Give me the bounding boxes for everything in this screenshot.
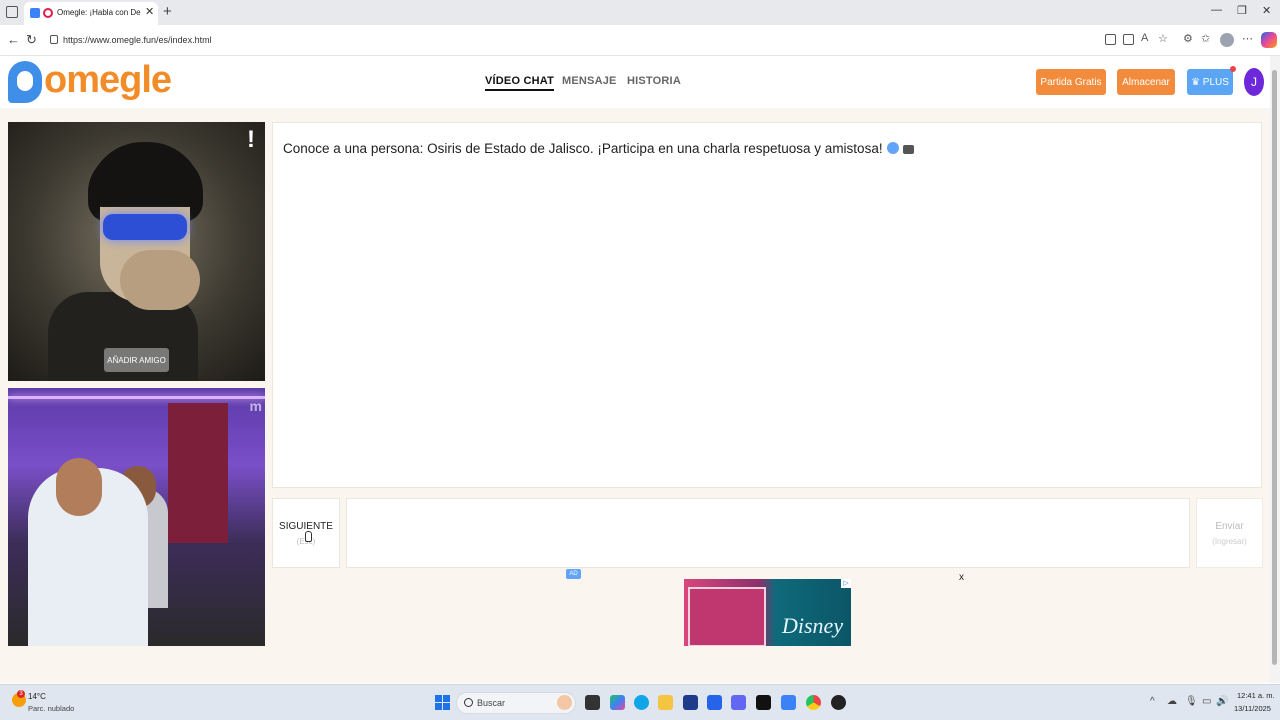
favorites-icon[interactable]: ✩ [1201,32,1210,45]
start-tile [435,703,442,710]
read-aloud-icon[interactable]: A [1141,32,1148,44]
video-figure [56,458,102,516]
file-explorer-icon[interactable] [658,695,673,710]
favorite-star-icon[interactable]: ☆ [1158,32,1168,45]
volume-icon[interactable]: 🔊 [1216,696,1228,707]
video-figure [103,214,187,240]
main-content: ! AÑADIR AMIGO m Conoce a una persona: O… [0,109,1270,683]
globe-icon [886,142,899,154]
address-bar-row: ← ↻ https://www.omegle.fun/es/index.html… [0,25,1280,56]
send-button[interactable]: Enviar (Ingresar) [1196,498,1263,568]
store-icon[interactable] [683,695,698,710]
self-video: m [8,388,265,646]
close-window-button[interactable]: ✕ [1262,4,1271,17]
logo-mark-icon [8,61,42,103]
new-tab-button[interactable]: + [163,3,172,20]
outlook-icon[interactable] [707,695,722,710]
weather-badge: 3 [17,690,25,698]
watermark-logo: m [249,398,262,414]
clock-time[interactable]: 12:41 a. m. [1237,691,1275,700]
maximize-button[interactable]: ❐ [1237,4,1247,17]
send-label: Enviar [1215,521,1244,532]
site-header: omegle VÍDEO CHAT MENSAJE HISTORIA Parti… [0,56,1270,108]
minimize-button[interactable]: — [1211,4,1222,16]
nav-historia[interactable]: HISTORIA [627,75,681,87]
back-button[interactable]: ← [7,32,20,47]
camera-icon [902,145,914,154]
onedrive-icon[interactable]: ☁ [1167,696,1177,707]
clock-date[interactable]: 13/11/2025 [1234,704,1271,713]
more-menu-icon[interactable]: ⋯ [1242,32,1253,45]
search-icon [464,698,473,707]
scrollbar-thumb[interactable] [1272,70,1277,665]
system-message: Conoce a una persona: Osiris de Estado d… [283,141,914,156]
network-icon[interactable]: ▭ [1202,696,1211,707]
send-hint: (Ingresar) [1212,537,1247,546]
next-button[interactable]: SIGUIENTE (Esc) [272,498,340,568]
video-figure [88,152,203,207]
search-placeholder: Buscar [477,698,506,708]
page-scrollbar[interactable] [1270,56,1280,683]
chat-log: Conoce a una persona: Osiris de Estado d… [272,122,1262,488]
start-tile [435,695,442,702]
video-figure [8,396,265,399]
nav-mensaje[interactable]: MENSAJE [562,75,617,87]
refresh-button[interactable]: ↻ [26,32,37,48]
plus-button[interactable]: ♛ PLUS [1187,66,1236,95]
stranger-video: ! AÑADIR AMIGO [8,122,265,381]
notification-dot [1230,66,1236,72]
almacenar-button[interactable]: Almacenar [1117,69,1175,95]
ad-label: AD [566,569,581,579]
start-tile [443,695,450,702]
ad-close-button[interactable]: x [959,572,964,583]
url-field[interactable]: https://www.omegle.fun/es/index.html [63,35,212,45]
ad-brand-text: Disney [782,613,844,638]
ad-banner[interactable]: Disney ▷ [684,579,851,646]
temperature[interactable]: 14°C [28,692,46,701]
logo-text: omegle [44,59,172,101]
teams-icon[interactable] [731,695,746,710]
ad-image [688,587,766,646]
copilot-app-icon[interactable] [610,695,625,710]
tab-actions-icon[interactable] [6,6,18,18]
task-view-icon[interactable] [585,695,600,710]
browser-tab-strip: Omegle: ¡Habla con Descon ✕ + — ❐ ✕ [0,0,1280,25]
message-input[interactable] [346,498,1190,568]
video-figure [168,403,228,543]
ad-info-icon[interactable]: ▷ [841,579,851,588]
tab-title: Omegle: ¡Habla con Descon [57,8,141,17]
app-available-icon[interactable] [1123,34,1134,45]
report-button[interactable]: ! [247,126,255,154]
mouse-cursor-icon [305,531,312,542]
edge-icon[interactable] [634,695,649,710]
chrome-icon[interactable] [806,695,821,710]
extensions-icon[interactable]: ⚙ [1183,32,1193,45]
copilot-icon[interactable] [1261,32,1277,48]
omegle-logo[interactable]: omegle [8,59,172,105]
browser-tab-omegle[interactable]: Omegle: ¡Habla con Descon ✕ [24,2,158,25]
workspace-icon [30,8,40,18]
system-message-text: Conoce a una persona: Osiris de Estado d… [283,141,883,156]
omegle-favicon-icon [43,8,53,18]
nav-video-chat[interactable]: VÍDEO CHAT [485,75,555,91]
add-friend-button[interactable]: AÑADIR AMIGO [104,348,169,372]
start-button[interactable] [435,695,450,710]
user-avatar[interactable]: J [1244,68,1264,96]
browser-profile-avatar[interactable] [1220,33,1234,47]
search-highlight-icon[interactable] [557,695,572,710]
tiktok-icon[interactable] [756,695,771,710]
plus-label: ♛ PLUS [1191,76,1229,88]
partida-gratis-button[interactable]: Partida Gratis [1036,69,1106,95]
weather-description[interactable]: Parc. nublado [28,704,74,713]
close-tab-icon[interactable]: ✕ [145,5,154,18]
browser-app-icon[interactable] [781,695,796,710]
start-tile [443,703,450,710]
lock-icon[interactable] [50,35,58,44]
immersive-reader-icon[interactable] [1105,34,1116,45]
show-hidden-icons[interactable]: ^ [1150,696,1155,707]
microphone-icon[interactable]: 🎙 [1185,696,1198,707]
video-figure [120,250,200,310]
taskbar: 3 14°C Parc. nublado Buscar ^ ☁ 🎙 ▭ 🔊 12… [0,684,1280,720]
app-icon[interactable] [831,695,846,710]
